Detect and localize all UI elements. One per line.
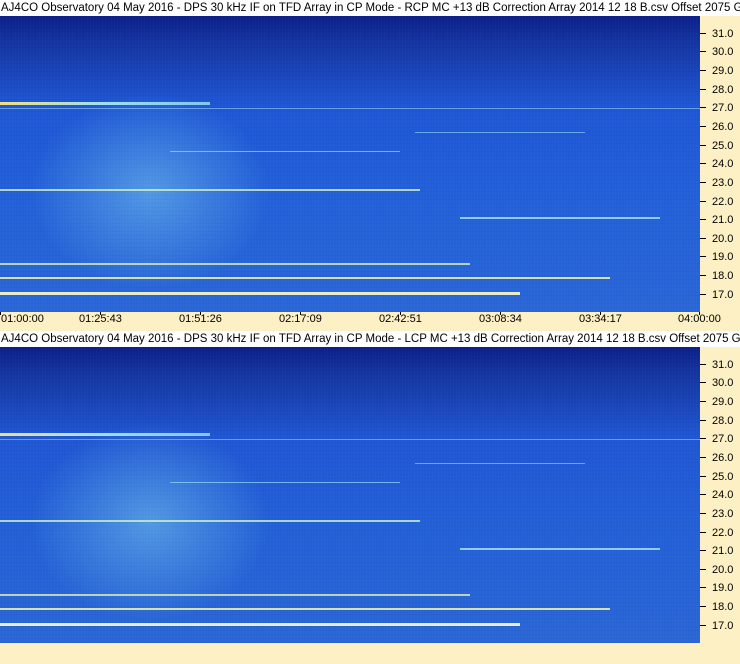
rcp-panel-title: AJ4CO Observatory 04 May 2016 - DPS 30 k… bbox=[0, 0, 740, 16]
rcp-emission-line-18 bbox=[0, 277, 610, 279]
rcp-emission-line-26 bbox=[415, 132, 585, 133]
rcp-freq-label-25: 25.0 bbox=[712, 140, 734, 152]
rcp-emission-band-27 bbox=[0, 102, 210, 105]
lcp-emission-line-21 bbox=[460, 548, 660, 550]
rcp-time-label-2: 01:25:43 bbox=[79, 313, 122, 325]
rcp-frequency-axis: 31.0 30.0 29.0 28.0 27.0 26.0 25.0 24.0 … bbox=[700, 16, 740, 312]
lcp-emission-line-17 bbox=[0, 623, 520, 626]
rcp-freq-label-26: 26.0 bbox=[712, 121, 734, 133]
lcp-emission-line-27 bbox=[0, 439, 700, 440]
rcp-emission-line-17 bbox=[0, 292, 520, 295]
rcp-freq-label-23: 23.0 bbox=[712, 177, 734, 189]
rcp-emission-line-27 bbox=[0, 108, 700, 109]
rcp-freq-label-31: 31.0 bbox=[712, 28, 734, 40]
lcp-freq-label-28: 28.0 bbox=[712, 415, 734, 427]
rcp-emission-line-21 bbox=[460, 217, 660, 219]
rcp-emission-line-24 bbox=[170, 151, 400, 152]
rcp-freq-label-20: 20.0 bbox=[712, 233, 734, 245]
rcp-time-label-8: 04:00:00 bbox=[678, 313, 721, 325]
rcp-spectrogram bbox=[0, 16, 700, 312]
rcp-freq-label-28: 28.0 bbox=[712, 84, 734, 96]
lcp-emission-line-24 bbox=[170, 482, 400, 483]
lcp-freq-label-17: 17.0 bbox=[712, 620, 734, 632]
lcp-freq-label-23: 23.0 bbox=[712, 508, 734, 520]
rcp-freq-label-29: 29.0 bbox=[712, 65, 734, 77]
lcp-freq-label-18: 18.0 bbox=[712, 601, 734, 613]
lcp-freq-label-30: 30.0 bbox=[712, 377, 734, 389]
lcp-freq-label-22: 22.0 bbox=[712, 527, 734, 539]
lcp-emission-band-27 bbox=[0, 433, 210, 436]
rcp-time-label-1: 01:00:00 bbox=[1, 313, 44, 325]
rcp-freq-label-18: 18.0 bbox=[712, 270, 734, 282]
rcp-time-label-7: 03:34:17 bbox=[579, 313, 622, 325]
rcp-freq-label-22: 22.0 bbox=[712, 196, 734, 208]
rcp-time-label-6: 03:08:34 bbox=[479, 313, 522, 325]
rcp-freq-label-17: 17.0 bbox=[712, 289, 734, 301]
lcp-freq-label-27: 27.0 bbox=[712, 433, 734, 445]
lcp-freq-label-26: 26.0 bbox=[712, 452, 734, 464]
lcp-emission-line-22 bbox=[0, 520, 420, 522]
lcp-freq-label-20: 20.0 bbox=[712, 564, 734, 576]
rcp-freq-label-21: 21.0 bbox=[712, 214, 734, 226]
rcp-freq-label-19: 19.0 bbox=[712, 251, 734, 263]
rcp-freq-label-24: 24.0 bbox=[712, 158, 734, 170]
lcp-spectrogram bbox=[0, 347, 700, 643]
lcp-emission-line-19 bbox=[0, 594, 470, 596]
rcp-emission-line-19 bbox=[0, 263, 470, 265]
rcp-time-label-5: 02:42:51 bbox=[379, 313, 422, 325]
rcp-freq-label-27: 27.0 bbox=[712, 102, 734, 114]
lcp-freq-label-19: 19.0 bbox=[712, 582, 734, 594]
rcp-time-label-4: 02:17:09 bbox=[279, 313, 322, 325]
rcp-time-axis: 01:00:00 01:25:43 01:51:26 02:17:09 02:4… bbox=[0, 312, 740, 326]
rcp-emission-line-22 bbox=[0, 189, 420, 191]
lcp-emission-line-18 bbox=[0, 608, 610, 610]
lcp-emission-line-26 bbox=[415, 463, 585, 464]
lcp-frequency-axis: 31.0 30.0 29.0 28.0 27.0 26.0 25.0 24.0 … bbox=[700, 347, 740, 643]
lcp-freq-label-21: 21.0 bbox=[712, 545, 734, 557]
lcp-freq-label-29: 29.0 bbox=[712, 396, 734, 408]
lcp-freq-label-31: 31.0 bbox=[712, 359, 734, 371]
lcp-panel-title: AJ4CO Observatory 04 May 2016 - DPS 30 k… bbox=[0, 331, 740, 347]
rcp-time-label-3: 01:51:26 bbox=[179, 313, 222, 325]
lcp-freq-label-25: 25.0 bbox=[712, 471, 734, 483]
rcp-freq-label-30: 30.0 bbox=[712, 46, 734, 58]
lcp-freq-label-24: 24.0 bbox=[712, 489, 734, 501]
